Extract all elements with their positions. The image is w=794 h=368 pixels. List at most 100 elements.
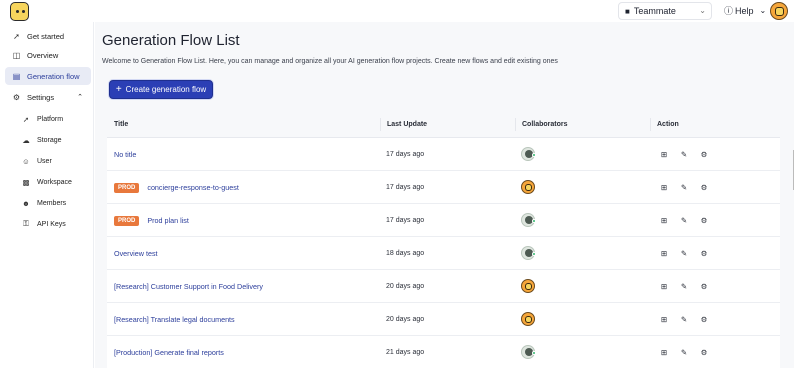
sidebar-item-workspace[interactable]: ▩ Workspace: [22, 174, 92, 190]
flow-table: Title Last Update Collaborators Action N…: [107, 111, 780, 368]
flow-title-cell: [Research] Translate legal documents: [114, 303, 235, 336]
table-row[interactable]: [Research] Translate legal documents 20 d…: [107, 303, 780, 336]
flow-title-link[interactable]: No title: [114, 150, 136, 159]
cloud-icon: ☁: [22, 135, 30, 145]
help-menu[interactable]: ⓘ Help ⌄: [724, 4, 766, 17]
collaborator-avatar[interactable]: [521, 147, 537, 163]
sidebar-item-api-keys[interactable]: ⚿ API Keys: [22, 216, 92, 232]
table-row[interactable]: [Production] Generate final reports 21 da…: [107, 336, 780, 368]
table-row[interactable]: PROD concierge-response-to-guest 17 days a…: [107, 171, 780, 204]
edit-icon[interactable]: ✎: [680, 249, 688, 258]
flow-title-link[interactable]: [Research] Customer Support in Food Deli…: [114, 282, 263, 291]
edit-icon[interactable]: ✎: [680, 348, 688, 357]
dashboard-icon[interactable]: ⊞: [660, 249, 668, 258]
flow-title-link[interactable]: concierge-response-to-guest: [147, 183, 239, 192]
flow-title-cell: Overview test: [114, 237, 158, 270]
action-cell: ⊞ ✎ ⚙: [660, 270, 708, 303]
avatar: [521, 180, 535, 194]
flow-title-cell: [Research] Customer Support in Food Deli…: [114, 270, 263, 303]
workspace-icon: ▩: [22, 177, 30, 187]
edit-icon[interactable]: ✎: [680, 216, 688, 225]
sidebar-item-get-started[interactable]: ➚ Get started: [5, 27, 91, 45]
sidebar-item-platform[interactable]: ➚ Platform: [22, 111, 92, 127]
sidebar-item-overview[interactable]: ◫ Overview: [5, 46, 91, 64]
last-update-cell: 17 days ago: [386, 184, 425, 191]
settings-icon[interactable]: ⚙: [700, 150, 708, 159]
table-row[interactable]: Overview test 18 days ago ⊞ ✎ ⚙: [107, 237, 780, 270]
sidebar-item-user[interactable]: ☺ User: [22, 153, 92, 169]
action-cell: ⊞ ✎ ⚙: [660, 171, 708, 204]
sidebar: ➚ Get started ◫ Overview ▤ Generation fl…: [0, 22, 94, 368]
app-logo[interactable]: [10, 2, 29, 21]
collaborator-avatar[interactable]: [521, 345, 537, 361]
edit-icon[interactable]: ✎: [680, 183, 688, 192]
dashboard-icon[interactable]: ⊞: [660, 348, 668, 357]
column-header-last-update: Last Update: [380, 118, 427, 131]
avatar: [521, 312, 535, 326]
sidebar-item-label: Settings: [27, 92, 55, 102]
table-row[interactable]: No title 17 days ago ⊞ ✎ ⚙: [107, 138, 780, 171]
layout-icon: ◫: [12, 50, 21, 60]
dashboard-icon[interactable]: ⊞: [660, 216, 668, 225]
online-status-dot: [532, 252, 536, 256]
create-generation-flow-button[interactable]: + Create generation flow: [109, 80, 213, 99]
sidebar-item-members[interactable]: ☻ Members: [22, 195, 92, 211]
settings-icon[interactable]: ⚙: [700, 348, 708, 357]
column-header-title: Title: [114, 121, 129, 128]
edit-icon[interactable]: ✎: [680, 150, 688, 159]
settings-icon[interactable]: ⚙: [700, 315, 708, 324]
settings-icon[interactable]: ⚙: [700, 249, 708, 258]
collaborator-avatar[interactable]: [521, 180, 537, 196]
table-row[interactable]: PROD Prod plan list 17 days ago ⊞ ✎ ⚙: [107, 204, 780, 237]
chevron-down-icon: ⌄: [759, 6, 767, 15]
sidebar-item-storage[interactable]: ☁ Storage: [22, 132, 92, 148]
dashboard-icon[interactable]: ⊞: [660, 315, 668, 324]
edit-icon[interactable]: ✎: [680, 282, 688, 291]
dashboard-icon[interactable]: ⊞: [660, 183, 668, 192]
chevron-up-icon: ⌃: [77, 94, 83, 101]
action-cell: ⊞ ✎ ⚙: [660, 204, 708, 237]
team-select[interactable]: ■ Teammate ⌄: [618, 2, 712, 20]
plus-icon: +: [115, 83, 122, 95]
flow-title-link[interactable]: [Research] Translate legal documents: [114, 315, 235, 324]
settings-icon[interactable]: ⚙: [700, 216, 708, 225]
flow-icon: ▤: [12, 71, 21, 81]
table-header: Title Last Update Collaborators Action: [107, 111, 780, 138]
flow-title-link[interactable]: Prod plan list: [147, 216, 189, 225]
dashboard-icon[interactable]: ⊞: [660, 150, 668, 159]
page-description: Welcome to Generation Flow List. Here, y…: [102, 58, 558, 65]
flow-title-link[interactable]: [Production] Generate final reports: [114, 348, 224, 357]
key-icon: ⚿: [23, 219, 29, 228]
online-status-dot: [532, 219, 536, 223]
collaborator-avatar[interactable]: [521, 246, 537, 262]
last-update-cell: 20 days ago: [386, 316, 425, 323]
edit-icon[interactable]: ✎: [680, 315, 688, 324]
sidebar-item-label: Get started: [27, 31, 65, 41]
table-row[interactable]: [Research] Customer Support in Food Deli…: [107, 270, 780, 303]
last-update-cell: 18 days ago: [386, 250, 425, 257]
flow-title-link[interactable]: Overview test: [114, 249, 158, 258]
main-content: Generation Flow List Welcome to Generati…: [95, 22, 794, 368]
collaborator-avatar[interactable]: [521, 312, 537, 328]
chevron-down-icon: ⌄: [699, 6, 706, 15]
action-cell: ⊞ ✎ ⚙: [660, 138, 708, 171]
sidebar-item-label: Overview: [27, 50, 59, 60]
last-update-cell: 20 days ago: [386, 283, 425, 290]
platform-icon: ➚: [22, 114, 30, 124]
user-avatar[interactable]: [770, 2, 788, 20]
settings-icon[interactable]: ⚙: [700, 282, 708, 291]
online-status-dot: [532, 351, 536, 355]
flow-title-cell: PROD concierge-response-to-guest: [114, 171, 239, 204]
sidebar-subitem-label: Platform: [37, 115, 64, 123]
sidebar-item-generation-flow[interactable]: ▤ Generation flow: [5, 67, 91, 85]
settings-icon[interactable]: ⚙: [700, 183, 708, 192]
sidebar-item-settings[interactable]: ⚙ Settings ⌃: [5, 88, 91, 106]
flow-title-cell: No title: [114, 138, 136, 171]
team-label: Teammate: [633, 6, 676, 16]
dashboard-icon[interactable]: ⊞: [660, 282, 668, 291]
create-button-label: Create generation flow: [125, 85, 207, 94]
collaborator-avatar[interactable]: [521, 279, 537, 295]
page-title: Generation Flow List: [102, 32, 240, 49]
collaborator-avatar[interactable]: [521, 213, 537, 229]
prod-badge: PROD: [114, 215, 140, 226]
